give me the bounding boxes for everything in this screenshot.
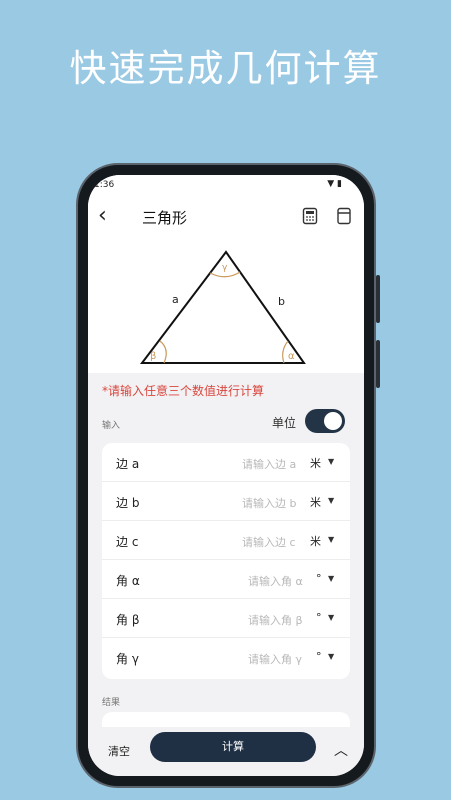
row-label: 边 a	[116, 457, 140, 471]
result-section-label: 结果	[102, 698, 121, 708]
unit-select[interactable]: 米	[310, 533, 321, 549]
angle-alpha-input[interactable]: 请输入角 α	[248, 573, 303, 589]
unit-select[interactable]: 米	[310, 455, 321, 471]
side-a-label: a	[172, 293, 179, 306]
caret-down-icon[interactable]: ▼	[328, 457, 334, 466]
phone-side-button	[376, 275, 380, 323]
hint-text: *请输入任意三个数值进行计算	[102, 384, 265, 398]
input-section-label: 输入	[102, 421, 121, 431]
unit-select[interactable]: °	[316, 611, 322, 624]
input-row-side-c[interactable]: 边 c 请输入边 c 米 ▼	[102, 521, 350, 560]
unit-select[interactable]: °	[316, 650, 322, 663]
row-label: 角 γ	[116, 652, 139, 666]
angle-beta-label: β	[150, 351, 156, 362]
side-a-input[interactable]: 请输入边 a	[242, 456, 296, 472]
toggle-knob	[324, 412, 342, 430]
triangle-diagram: γ β α a b c	[88, 237, 364, 385]
status-bar: 1:36 ▼ ▮	[88, 175, 364, 197]
input-row-angle-alpha[interactable]: 角 α 请输入角 α ° ▼	[102, 560, 350, 599]
row-label: 边 c	[116, 535, 139, 549]
clear-button[interactable]: 清空	[108, 743, 130, 759]
input-row-angle-gamma[interactable]: 角 γ 请输入角 γ ° ▼	[102, 638, 350, 677]
caret-down-icon[interactable]: ▼	[328, 496, 334, 505]
side-c-label: c	[222, 372, 228, 373]
bottom-bar: 清空 计算 ︿	[88, 727, 364, 776]
battery-icon: ▮	[337, 179, 342, 189]
calculator-icon[interactable]	[302, 207, 318, 225]
book-icon[interactable]	[336, 207, 352, 225]
unit-select[interactable]: °	[316, 572, 322, 585]
unit-label: 单位	[272, 416, 297, 430]
side-b-input[interactable]: 请输入边 b	[242, 495, 296, 511]
side-c-input[interactable]: 请输入边 c	[242, 534, 296, 550]
back-chevron-icon[interactable]: ‹	[98, 203, 107, 228]
row-label: 角 β	[116, 613, 140, 627]
angle-beta-input[interactable]: 请输入角 β	[248, 612, 303, 628]
phone-side-button	[376, 340, 380, 388]
caret-down-icon[interactable]: ▼	[328, 652, 334, 661]
angle-gamma-input[interactable]: 请输入角 γ	[248, 651, 302, 667]
calculate-button[interactable]: 计算	[150, 732, 316, 762]
phone-screen: 1:36 ▼ ▮ ‹ 三角形 γ β α a b *请输入任意三个数值进行计算 …	[88, 175, 364, 776]
input-row-side-b[interactable]: 边 b 请输入边 b 米 ▼	[102, 482, 350, 521]
row-label: 角 α	[116, 574, 140, 588]
app-bar: ‹ 三角形	[88, 197, 364, 237]
status-time: 1:36	[94, 180, 115, 190]
input-row-angle-beta[interactable]: 角 β 请输入角 β ° ▼	[102, 599, 350, 638]
caret-down-icon[interactable]: ▼	[328, 574, 334, 583]
row-label: 边 b	[116, 496, 140, 510]
caret-down-icon[interactable]: ▼	[328, 535, 334, 544]
page-title: 三角形	[142, 209, 188, 227]
side-b-label: b	[278, 295, 285, 308]
triangle-svg: γ β α a b c	[139, 250, 306, 385]
phone-frame: 1:36 ▼ ▮ ‹ 三角形 γ β α a b *请输入任意三个数值进行计算 …	[76, 163, 380, 788]
caret-down-icon[interactable]: ▼	[328, 613, 334, 622]
angle-gamma-label: γ	[222, 263, 228, 273]
angle-alpha-label: α	[288, 351, 295, 362]
status-icons: ▼ ▮	[327, 179, 342, 189]
unit-toggle[interactable]	[305, 409, 345, 433]
unit-select[interactable]: 米	[310, 494, 321, 510]
input-card: 边 a 请输入边 a 米 ▼ 边 b 请输入边 b 米 ▼ 边 c 请输入边 c…	[102, 443, 350, 679]
headline: 快速完成几何计算	[69, 47, 382, 90]
input-row-side-a[interactable]: 边 a 请输入边 a 米 ▼	[102, 443, 350, 482]
chevron-up-icon[interactable]: ︿	[334, 740, 348, 760]
wifi-icon: ▼	[327, 179, 335, 189]
